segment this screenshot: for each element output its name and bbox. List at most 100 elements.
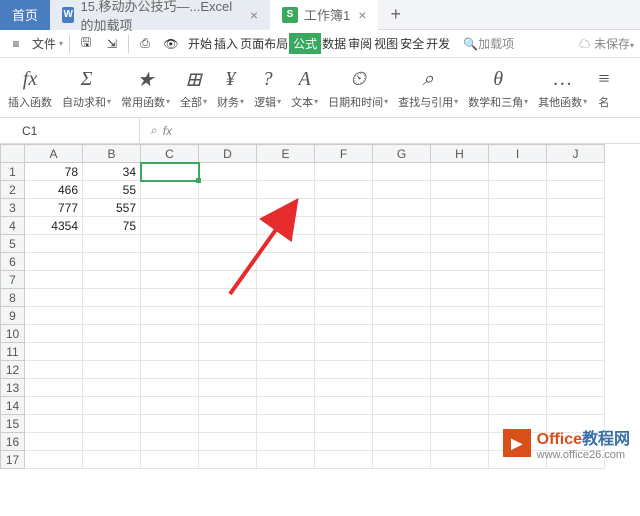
cell-F11[interactable]	[315, 343, 373, 361]
ribbon-数学和三角[interactable]: θ 数学和三角▾	[464, 58, 532, 117]
cell-H10[interactable]	[431, 325, 489, 343]
cell-D17[interactable]	[199, 451, 257, 469]
cell-D4[interactable]	[199, 217, 257, 235]
cell-C14[interactable]	[141, 397, 199, 415]
cell-C2[interactable]	[141, 181, 199, 199]
cell-D9[interactable]	[199, 307, 257, 325]
cell-C8[interactable]	[141, 289, 199, 307]
menu-tab-页面布局[interactable]: 页面布局	[239, 33, 289, 54]
cell-C5[interactable]	[141, 235, 199, 253]
cell-B2[interactable]: 55	[83, 181, 141, 199]
cell-E14[interactable]	[257, 397, 315, 415]
menu-tab-插入[interactable]: 插入	[213, 33, 239, 54]
cell-G13[interactable]	[373, 379, 431, 397]
cell-A1[interactable]: 78	[25, 163, 83, 181]
cell-F6[interactable]	[315, 253, 373, 271]
row-header-17[interactable]: 17	[1, 451, 25, 469]
row-header-15[interactable]: 15	[1, 415, 25, 433]
cell-I1[interactable]	[489, 163, 547, 181]
cell-J4[interactable]	[547, 217, 605, 235]
cell-I5[interactable]	[489, 235, 547, 253]
cell-D11[interactable]	[199, 343, 257, 361]
row-header-10[interactable]: 10	[1, 325, 25, 343]
cell-E12[interactable]	[257, 361, 315, 379]
cell-B11[interactable]	[83, 343, 141, 361]
row-header-13[interactable]: 13	[1, 379, 25, 397]
row-header-8[interactable]: 8	[1, 289, 25, 307]
row-header-3[interactable]: 3	[1, 199, 25, 217]
col-header-H[interactable]: H	[431, 145, 489, 163]
cell-J8[interactable]	[547, 289, 605, 307]
cell-A9[interactable]	[25, 307, 83, 325]
cell-G5[interactable]	[373, 235, 431, 253]
cell-E2[interactable]	[257, 181, 315, 199]
cell-B5[interactable]	[83, 235, 141, 253]
cell-H13[interactable]	[431, 379, 489, 397]
cell-D5[interactable]	[199, 235, 257, 253]
cell-D14[interactable]	[199, 397, 257, 415]
cell-F4[interactable]	[315, 217, 373, 235]
close-icon[interactable]: ×	[250, 7, 258, 23]
cell-D8[interactable]	[199, 289, 257, 307]
cell-A17[interactable]	[25, 451, 83, 469]
cell-G8[interactable]	[373, 289, 431, 307]
cell-E7[interactable]	[257, 271, 315, 289]
col-header-G[interactable]: G	[373, 145, 431, 163]
cell-I8[interactable]	[489, 289, 547, 307]
cell-F13[interactable]	[315, 379, 373, 397]
cell-F8[interactable]	[315, 289, 373, 307]
cell-J14[interactable]	[547, 397, 605, 415]
menu-tab-公式[interactable]: 公式	[289, 33, 321, 54]
cell-J10[interactable]	[547, 325, 605, 343]
cell-B6[interactable]	[83, 253, 141, 271]
cell-C15[interactable]	[141, 415, 199, 433]
cell-D13[interactable]	[199, 379, 257, 397]
cell-I11[interactable]	[489, 343, 547, 361]
cell-A13[interactable]	[25, 379, 83, 397]
menu-tab-开发[interactable]: 开发	[425, 33, 451, 54]
cell-J9[interactable]	[547, 307, 605, 325]
cell-D15[interactable]	[199, 415, 257, 433]
cell-B14[interactable]	[83, 397, 141, 415]
cell-I7[interactable]	[489, 271, 547, 289]
cell-I4[interactable]	[489, 217, 547, 235]
cell-I2[interactable]	[489, 181, 547, 199]
sheet-table[interactable]: ABCDEFGHIJ178342466553777557443547556789…	[0, 144, 605, 469]
cell-F2[interactable]	[315, 181, 373, 199]
cell-A15[interactable]	[25, 415, 83, 433]
row-header-16[interactable]: 16	[1, 433, 25, 451]
menu-tab-审阅[interactable]: 审阅	[347, 33, 373, 54]
col-header-B[interactable]: B	[83, 145, 141, 163]
cell-H7[interactable]	[431, 271, 489, 289]
fx-search-icon[interactable]: ⌕	[150, 123, 157, 138]
cell-F17[interactable]	[315, 451, 373, 469]
cell-G9[interactable]	[373, 307, 431, 325]
ribbon-常用函数[interactable]: ★ 常用函数▾	[117, 58, 174, 117]
cell-A10[interactable]	[25, 325, 83, 343]
export-icon[interactable]: ⇲	[102, 34, 122, 54]
cell-I3[interactable]	[489, 199, 547, 217]
cell-H5[interactable]	[431, 235, 489, 253]
cell-I12[interactable]	[489, 361, 547, 379]
cell-D1[interactable]	[199, 163, 257, 181]
cell-J7[interactable]	[547, 271, 605, 289]
menu-tab-数据[interactable]: 数据	[321, 33, 347, 54]
close-icon[interactable]: ×	[358, 7, 366, 23]
ribbon-全部[interactable]: ⊞ 全部▾	[176, 58, 211, 117]
tab-new[interactable]: +	[378, 0, 413, 30]
row-header-5[interactable]: 5	[1, 235, 25, 253]
cell-B15[interactable]	[83, 415, 141, 433]
cell-G7[interactable]	[373, 271, 431, 289]
ribbon-逻辑[interactable]: ? 逻辑▾	[250, 58, 285, 117]
cell-J3[interactable]	[547, 199, 605, 217]
cell-B16[interactable]	[83, 433, 141, 451]
cell-H8[interactable]	[431, 289, 489, 307]
row-header-14[interactable]: 14	[1, 397, 25, 415]
cell-E5[interactable]	[257, 235, 315, 253]
cell-G1[interactable]	[373, 163, 431, 181]
cell-B1[interactable]: 34	[83, 163, 141, 181]
cell-C13[interactable]	[141, 379, 199, 397]
cell-G2[interactable]	[373, 181, 431, 199]
cell-C9[interactable]	[141, 307, 199, 325]
cell-H6[interactable]	[431, 253, 489, 271]
